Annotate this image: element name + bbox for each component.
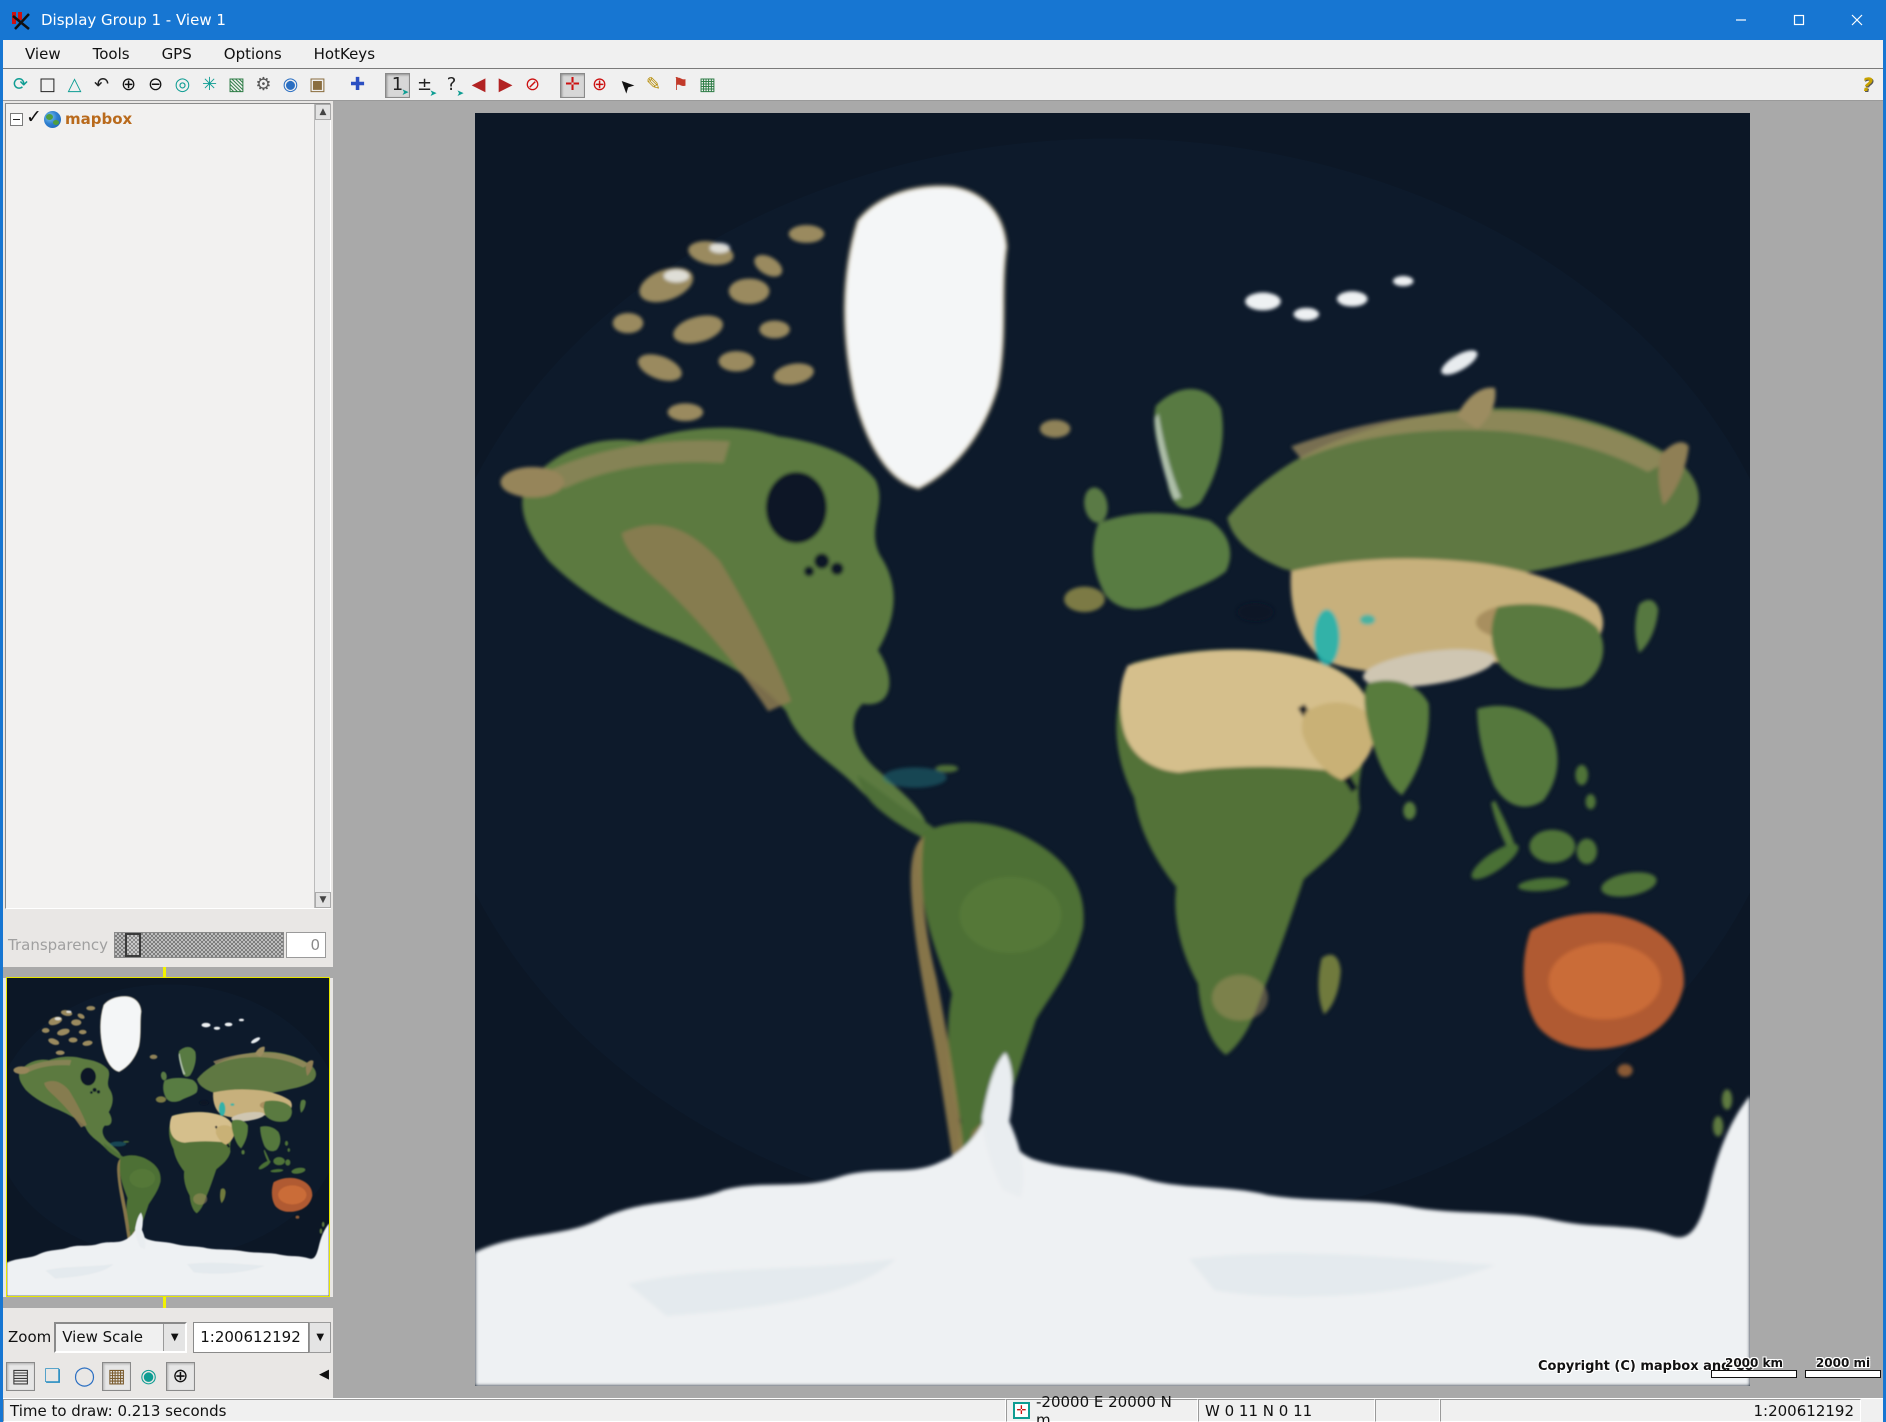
legend-button[interactable]: ▤ xyxy=(6,1362,35,1391)
map-window-button[interactable]: ▦ xyxy=(102,1362,131,1391)
titlebar: Display Group 1 - View 1 xyxy=(0,0,1886,40)
maximize-button[interactable] xyxy=(1770,0,1828,40)
minimize-button[interactable] xyxy=(1712,0,1770,40)
status-coords-text: -20000 E 20000 N m xyxy=(1036,1393,1191,1422)
profile-tool-icon[interactable]: ⚑ xyxy=(668,73,693,98)
close-button[interactable] xyxy=(1828,0,1886,40)
zoom-out-icon[interactable]: ⊖ xyxy=(143,73,168,98)
transparency-value[interactable]: 0 xyxy=(286,932,326,958)
zoom-mode-value: View Scale xyxy=(56,1328,163,1346)
layer-globe-icon xyxy=(44,111,61,128)
layer-next-icon[interactable]: ▶ xyxy=(493,73,518,98)
magnifier-button[interactable]: ◯ xyxy=(70,1362,99,1391)
chevron-down-icon[interactable]: ▼ xyxy=(309,1322,331,1353)
menu-item-view[interactable]: View xyxy=(13,43,73,65)
menu-item-tools[interactable]: Tools xyxy=(81,43,142,65)
layer-prev-icon[interactable]: ◀ xyxy=(466,73,491,98)
scalebar-km-bar xyxy=(1711,1370,1797,1378)
transparency-slider-handle[interactable] xyxy=(125,933,141,957)
layer-checkbox[interactable]: ✓ xyxy=(26,111,42,127)
left-panel: ✓ mapbox ▲ ▼ Transparency 0 xyxy=(3,101,333,1398)
tree-scrollbar[interactable]: ▲ ▼ xyxy=(314,104,330,908)
transparency-row: Transparency 0 xyxy=(3,923,333,967)
app-icon xyxy=(9,8,33,32)
raster-value-button[interactable]: 1 xyxy=(385,73,410,98)
map-view-area: Copyright (C) mapbox and Co 2000 km 2000… xyxy=(333,101,1883,1398)
pixel-adjust-icon[interactable]: ± xyxy=(412,73,437,98)
query-icon[interactable]: ? xyxy=(439,73,464,98)
scroll-up-icon[interactable]: ▲ xyxy=(315,104,331,120)
zoom-row: Zoom View Scale ▼ 1:200612192 ▼ xyxy=(3,1317,333,1357)
collapse-arrow-icon[interactable]: ◀ xyxy=(319,1367,329,1382)
zoom-in-icon[interactable]: ⊕ xyxy=(116,73,141,98)
scalebar-mi-label: 2000 mi xyxy=(1816,1356,1870,1370)
image-tool-icon[interactable]: ▦ xyxy=(695,73,720,98)
map-canvas[interactable] xyxy=(475,113,1750,1386)
tree-expander-icon[interactable] xyxy=(10,113,23,126)
zoom-plus-button[interactable]: ⊕ xyxy=(166,1362,195,1391)
pan-tool-icon[interactable]: ✛ xyxy=(560,73,585,98)
fit-window-icon[interactable]: □ xyxy=(35,73,60,98)
zoom-layer-icon[interactable]: ◎ xyxy=(170,73,195,98)
status-empty-segment xyxy=(1375,1399,1440,1422)
overview-map[interactable] xyxy=(6,977,330,1297)
status-geo-coordinates: W 0 11 N 0 11 xyxy=(1198,1399,1375,1422)
seek-layer-icon[interactable]: ▧ xyxy=(224,73,249,98)
world-map-svg xyxy=(475,113,1750,1386)
camera-icon[interactable]: ▣ xyxy=(305,73,330,98)
menu-item-hotkeys[interactable]: HotKeys xyxy=(302,43,387,65)
scroll-down-icon[interactable]: ▼ xyxy=(315,892,331,908)
layer-name[interactable]: mapbox xyxy=(65,110,132,128)
undo-zoom-icon[interactable]: ↶ xyxy=(89,73,114,98)
zoom-label: Zoom xyxy=(8,1328,51,1346)
no-edit-icon[interactable]: ⊘ xyxy=(520,73,545,98)
toolbar: ⟳□△↶⊕⊖◎✳▧⚙◉▣✚1±?◀▶⊘✛⊕➤✎⚑▦ ? xyxy=(3,70,1883,101)
refresh-view-icon[interactable]: ⟳ xyxy=(8,73,33,98)
chevron-down-icon[interactable]: ▼ xyxy=(163,1324,185,1351)
resize-grip[interactable] xyxy=(1861,1399,1883,1422)
measure-tool-icon[interactable]: ✎ xyxy=(641,73,666,98)
panel-splitter-bottom[interactable] xyxy=(3,1297,333,1308)
scalebar-km: 2000 km xyxy=(1711,1356,1797,1378)
position-crosshair-icon: ✛ xyxy=(1013,1402,1030,1419)
menubar: View Tools GPS Options HotKeys xyxy=(3,40,1883,69)
status-time-to-draw: Time to draw: 0.213 seconds xyxy=(3,1399,1006,1422)
status-coordinates: ✛ -20000 E 20000 N m xyxy=(1006,1399,1198,1422)
scalebar-mi-bar xyxy=(1805,1370,1881,1378)
zoom-mode-dropdown[interactable]: View Scale ▼ xyxy=(54,1322,187,1353)
scalebar-mi: 2000 mi xyxy=(1805,1356,1881,1378)
transparency-slider[interactable] xyxy=(114,932,284,958)
status-scale: 1:200612192 xyxy=(1440,1399,1861,1422)
refresh-tiles-icon[interactable]: ✳ xyxy=(197,73,222,98)
menu-item-options[interactable]: Options xyxy=(212,43,294,65)
world-map-svg xyxy=(7,978,329,1296)
transparency-label: Transparency xyxy=(8,936,114,954)
toolbar-icons: ⟳□△↶⊕⊖◎✳▧⚙◉▣✚1±?◀▶⊘✛⊕➤✎⚑▦ xyxy=(7,73,721,98)
panel-icon-row: ▤❏◯▦◉⊕ xyxy=(3,1357,333,1395)
help-icon[interactable]: ? xyxy=(1862,74,1873,96)
zoom-full-icon[interactable]: △ xyxy=(62,73,87,98)
zoom-map-button[interactable]: ◉ xyxy=(134,1362,163,1391)
layers-button[interactable]: ❏ xyxy=(38,1362,67,1391)
scale-combo[interactable]: 1:200612192 ▼ xyxy=(193,1322,331,1353)
pointer-tool-icon[interactable]: ➤ xyxy=(609,67,644,102)
scalebar-km-label: 2000 km xyxy=(1725,1356,1783,1370)
scale-value[interactable]: 1:200612192 xyxy=(193,1322,309,1353)
vector-add-icon[interactable]: ✚ xyxy=(345,73,370,98)
layer-tree-panel: ✓ mapbox ▲ ▼ xyxy=(5,103,331,909)
menu-item-gps[interactable]: GPS xyxy=(150,43,204,65)
statusbar: Time to draw: 0.213 seconds ✛ -20000 E 2… xyxy=(3,1398,1883,1422)
window-title: Display Group 1 - View 1 xyxy=(41,11,226,29)
layer-row-mapbox[interactable]: ✓ mapbox xyxy=(6,104,330,128)
web-globe-icon[interactable]: ◉ xyxy=(278,73,303,98)
tools-icon[interactable]: ⚙ xyxy=(251,73,276,98)
